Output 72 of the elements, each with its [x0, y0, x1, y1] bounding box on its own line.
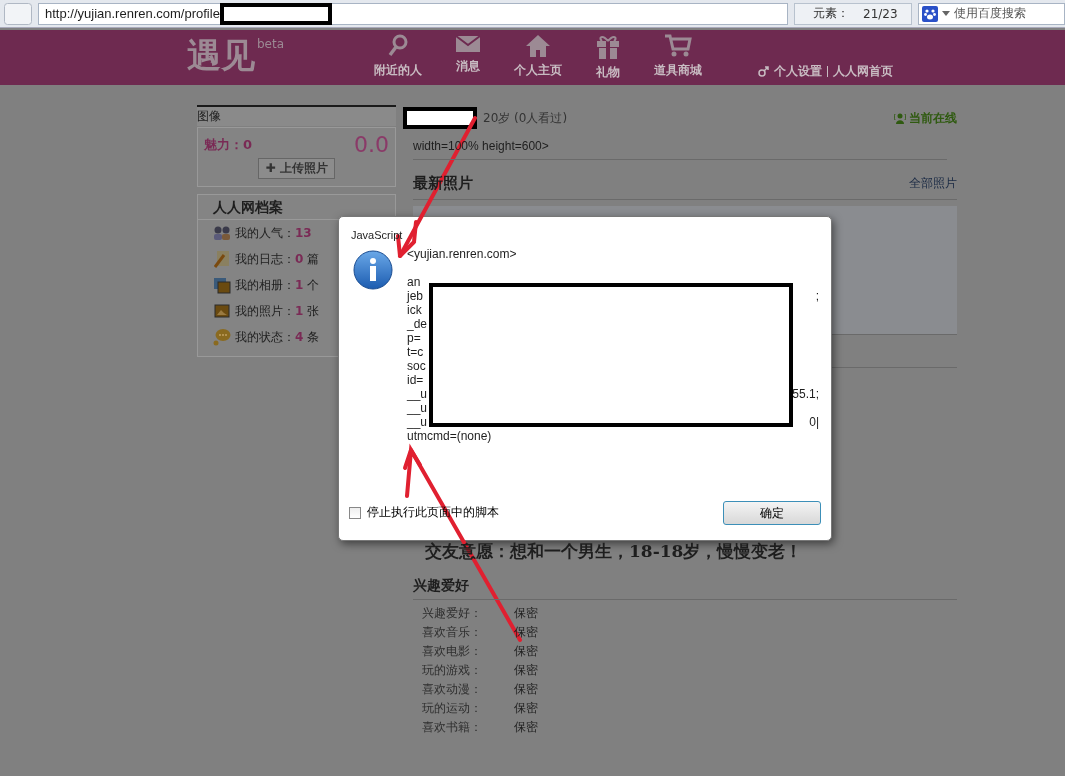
field-value: 保密: [514, 700, 538, 717]
stat-text[interactable]: 我的状态：4 条: [235, 328, 320, 346]
message-text: utmcmd=(none): [407, 429, 493, 443]
caret-icon: [942, 11, 950, 16]
ok-button[interactable]: 确定: [723, 501, 821, 525]
logo[interactable]: 遇见: [187, 32, 255, 79]
paw-icon: [922, 5, 938, 22]
message-text: 0|: [809, 415, 819, 429]
back-button[interactable]: [4, 2, 32, 25]
message-text: id=: [407, 373, 424, 387]
header-link[interactable]: 个人设置: [774, 63, 823, 80]
upload-photo-button[interactable]: ✚ 上传照片: [258, 158, 335, 179]
element-counter: 元素： 21/23: [794, 2, 912, 25]
message-text: __u: [407, 401, 428, 415]
field-value: 保密: [514, 605, 538, 622]
gift-icon: [596, 34, 621, 60]
search-field[interactable]: 使用百度搜索: [918, 2, 1065, 25]
dialog-title: JavaScript: [351, 229, 403, 241]
photo-icon: [214, 304, 230, 318]
age-text: 20岁 (0人看过): [483, 109, 568, 127]
nav-item[interactable]: 消息: [434, 34, 503, 81]
message-text: __u: [407, 415, 428, 429]
all-photos-link[interactable]: 全部照片: [909, 175, 957, 192]
nav-item[interactable]: 礼物: [574, 34, 643, 81]
field-label: 喜欢音乐：: [422, 624, 482, 641]
message-text: p=: [407, 331, 421, 345]
message-text: 55.1;: [792, 387, 819, 401]
field-label: 兴趣爱好：: [422, 605, 482, 622]
address-field[interactable]: http://yujian.renren.com/profile: [38, 2, 788, 25]
stat-text[interactable]: 我的人气：13: [235, 224, 312, 242]
field-value: 保密: [514, 719, 538, 736]
charm-label: 魅力：0: [204, 135, 253, 154]
section-title: 图像: [197, 105, 396, 126]
cart-icon: [664, 34, 693, 58]
message-text: an: [407, 275, 421, 289]
field-value: 保密: [514, 681, 538, 698]
section-title: 兴趣爱好: [413, 577, 957, 600]
message-text: soc: [407, 359, 426, 373]
online-person-icon: [894, 112, 906, 124]
male-symbol-icon: [758, 66, 770, 77]
info-icon: [353, 250, 393, 290]
beta-label: beta: [257, 37, 285, 51]
field-label: 喜欢电影：: [422, 643, 482, 660]
field-label: 喜欢动漫：: [422, 681, 482, 698]
stat-text[interactable]: 我的相册：1 个: [235, 276, 320, 294]
message-text: __u: [407, 387, 428, 401]
score: 0.0: [354, 132, 389, 157]
message-text: t=c: [407, 345, 424, 359]
search-icon: [387, 34, 410, 58]
field-label: 喜欢书籍：: [422, 719, 482, 736]
album-icon: [213, 276, 231, 294]
message-text: jeb: [407, 289, 423, 303]
field-value: 保密: [514, 662, 538, 679]
field-value: 保密: [514, 643, 538, 660]
field-label: 玩的游戏：: [422, 662, 482, 679]
message-text: ick: [407, 303, 422, 317]
message-text: _de: [407, 317, 428, 331]
nav-item[interactable]: 个人主页: [504, 34, 573, 81]
stat-text[interactable]: 我的照片：1 张: [235, 302, 320, 320]
message-text: ;: [815, 289, 819, 303]
header-link[interactable]: 人人网首页: [833, 63, 894, 80]
online-status: 当前在线: [909, 109, 957, 127]
field-label: 玩的运动：: [422, 700, 482, 717]
mail-icon: [455, 34, 482, 54]
stat-text[interactable]: 我的日志：0 篇: [235, 250, 320, 268]
notepad-icon: [214, 250, 230, 268]
nav-item[interactable]: 附近的人: [364, 34, 433, 81]
home-icon: [525, 34, 552, 58]
speech-bubble-icon: [213, 328, 231, 346]
nav-item[interactable]: 道具商城: [644, 34, 713, 81]
dialog-origin: <yujian.renren.com>: [407, 247, 518, 261]
people-icon: [213, 226, 231, 240]
